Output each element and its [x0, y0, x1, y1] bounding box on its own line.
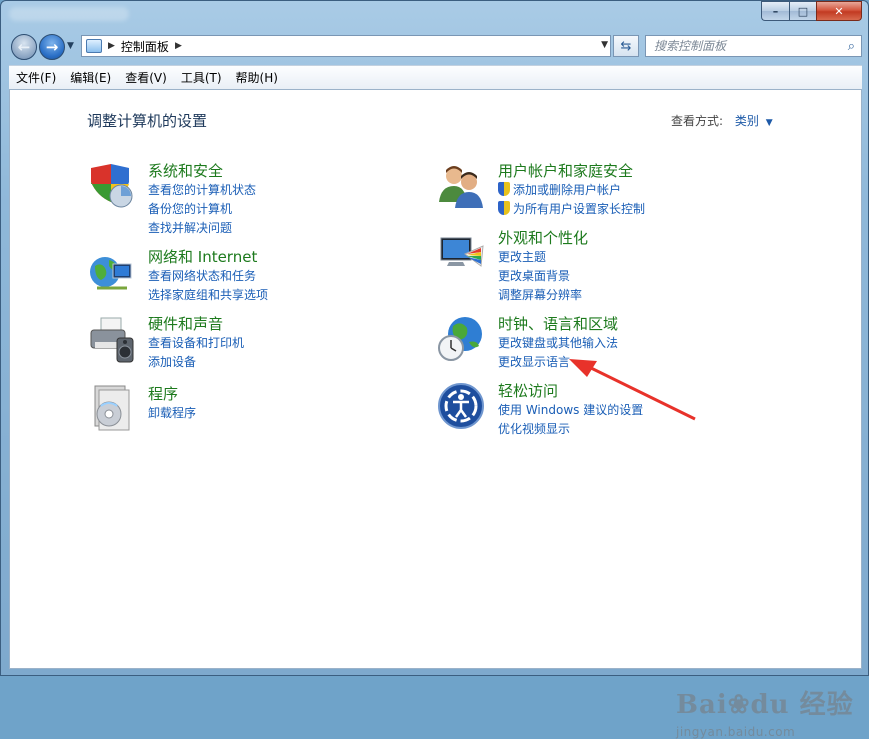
category-system-security: 系统和安全 查看您的计算机状态 备份您的计算机 查找并解决问题	[148, 162, 256, 238]
link-change-theme[interactable]: 更改主题	[498, 248, 588, 267]
link-label[interactable]: 为所有用户设置家长控制	[513, 202, 645, 216]
view-by-label: 查看方式:	[671, 114, 724, 128]
baidu-jingyan-watermark: Bai❀du 经验 jingyan.baidu.com	[676, 684, 854, 739]
search-icon[interactable]: ⌕	[848, 39, 855, 54]
link-add-device[interactable]: 添加设备	[148, 353, 244, 372]
refresh-button[interactable]: ⇆	[613, 35, 639, 57]
category-title[interactable]: 外观和个性化	[498, 229, 588, 247]
chevron-down-icon[interactable]: ▼	[766, 118, 773, 128]
link-optimize-video[interactable]: 优化视频显示	[498, 420, 643, 439]
link-change-display-language[interactable]: 更改显示语言	[498, 353, 618, 372]
link-recommended-settings[interactable]: 使用 Windows 建议的设置	[498, 401, 643, 420]
forward-button[interactable]: →	[39, 34, 65, 60]
menu-bar: 文件(F) 编辑(E) 查看(V) 工具(T) 帮助(H)	[9, 65, 862, 89]
category-title[interactable]: 轻松访问	[498, 382, 643, 400]
menu-file[interactable]: 文件(F)	[9, 69, 63, 86]
main-content: 调整计算机的设置 查看方式: 类别 ▼ 系统和安全 查看您的计算机状态 备份您的…	[9, 89, 862, 739]
link-change-keyboard[interactable]: 更改键盘或其他输入法	[498, 334, 618, 353]
link-label[interactable]: 添加或删除用户帐户	[513, 183, 621, 197]
category-clock-language-region: 时钟、语言和区域 更改键盘或其他输入法 更改显示语言	[498, 315, 618, 372]
recent-pages-dropdown-icon[interactable]: ▼	[67, 41, 74, 51]
menu-edit[interactable]: 编辑(E)	[63, 69, 118, 86]
breadcrumb-separator-icon[interactable]: ▶	[175, 41, 182, 51]
category-network-internet: 网络和 Internet 查看网络状态和任务 选择家庭组和共享选项	[148, 248, 268, 305]
category-title[interactable]: 网络和 Internet	[148, 248, 268, 266]
link-troubleshoot[interactable]: 查找并解决问题	[148, 219, 256, 238]
category-title[interactable]: 时钟、语言和区域	[498, 315, 618, 333]
control-panel-icon	[86, 39, 102, 53]
breadcrumb-control-panel[interactable]: 控制面板	[121, 38, 169, 55]
link-view-computer-status[interactable]: 查看您的计算机状态	[148, 181, 256, 200]
page-title: 调整计算机的设置	[87, 112, 208, 130]
minimize-button[interactable]: –	[761, 1, 789, 21]
link-parental-controls[interactable]: 为所有用户设置家长控制	[498, 200, 645, 219]
uac-shield-icon	[498, 201, 510, 215]
search-box[interactable]: ⌕	[645, 35, 862, 57]
category-hardware-sound: 硬件和声音 查看设备和打印机 添加设备	[148, 315, 244, 372]
network-globe-icon[interactable]	[87, 250, 135, 298]
link-uninstall-program[interactable]: 卸载程序	[148, 404, 196, 423]
category-user-accounts: 用户帐户和家庭安全 添加或删除用户帐户 为所有用户设置家长控制	[498, 162, 645, 219]
category-title[interactable]: 程序	[148, 385, 196, 403]
category-title[interactable]: 系统和安全	[148, 162, 256, 180]
watermark-brand: Bai❀du 经验	[676, 690, 854, 720]
link-network-status[interactable]: 查看网络状态和任务	[148, 267, 268, 286]
menu-help[interactable]: 帮助(H)	[229, 69, 285, 86]
link-screen-resolution[interactable]: 调整屏幕分辨率	[498, 286, 588, 305]
close-button[interactable]: ✕	[816, 1, 862, 21]
link-add-remove-users[interactable]: 添加或删除用户帐户	[498, 181, 645, 200]
programs-disc-icon[interactable]	[87, 384, 135, 432]
link-devices-printers[interactable]: 查看设备和打印机	[148, 334, 244, 353]
monitor-palette-icon[interactable]	[437, 232, 485, 280]
security-shield-icon[interactable]	[87, 162, 135, 210]
menu-view[interactable]: 查看(V)	[118, 69, 174, 86]
category-appearance: 外观和个性化 更改主题 更改桌面背景 调整屏幕分辨率	[498, 229, 588, 305]
title-bar[interactable]: – □ ✕	[1, 1, 868, 29]
watermark-url: jingyan.baidu.com	[676, 725, 796, 739]
navigation-bar: ← → ▼ ▶ 控制面板 ▶ ▼ ⇆ ⌕	[9, 33, 862, 61]
address-dropdown-icon[interactable]: ▼	[601, 40, 608, 50]
control-panel-window: – □ ✕ ← → ▼ ▶ 控制面板 ▶ ▼ ⇆ ⌕ 文件(F) 编辑(E) 查…	[0, 0, 869, 739]
category-title[interactable]: 硬件和声音	[148, 315, 244, 333]
category-ease-of-access: 轻松访问 使用 Windows 建议的设置 优化视频显示	[498, 382, 643, 439]
category-programs: 程序 卸载程序	[148, 385, 196, 423]
link-homegroup-sharing[interactable]: 选择家庭组和共享选项	[148, 286, 268, 305]
clock-globe-icon[interactable]	[437, 314, 485, 362]
ease-of-access-icon[interactable]	[437, 382, 485, 430]
maximize-button[interactable]: □	[789, 1, 816, 21]
uac-shield-icon	[498, 182, 510, 196]
address-bar[interactable]: ▶ 控制面板 ▶ ▼	[81, 35, 611, 57]
printer-speaker-icon[interactable]	[87, 316, 135, 364]
link-change-background[interactable]: 更改桌面背景	[498, 267, 588, 286]
view-by: 查看方式: 类别 ▼	[671, 112, 773, 129]
view-by-dropdown[interactable]: 类别	[735, 114, 759, 128]
window-controls: – □ ✕	[761, 1, 862, 21]
breadcrumb-separator-icon[interactable]: ▶	[108, 41, 115, 51]
menu-tools[interactable]: 工具(T)	[174, 69, 229, 86]
link-backup-computer[interactable]: 备份您的计算机	[148, 200, 256, 219]
blurred-title	[9, 7, 129, 21]
back-button[interactable]: ←	[11, 34, 37, 60]
category-title[interactable]: 用户帐户和家庭安全	[498, 162, 645, 180]
users-icon[interactable]	[437, 162, 485, 210]
search-input[interactable]	[652, 38, 832, 54]
